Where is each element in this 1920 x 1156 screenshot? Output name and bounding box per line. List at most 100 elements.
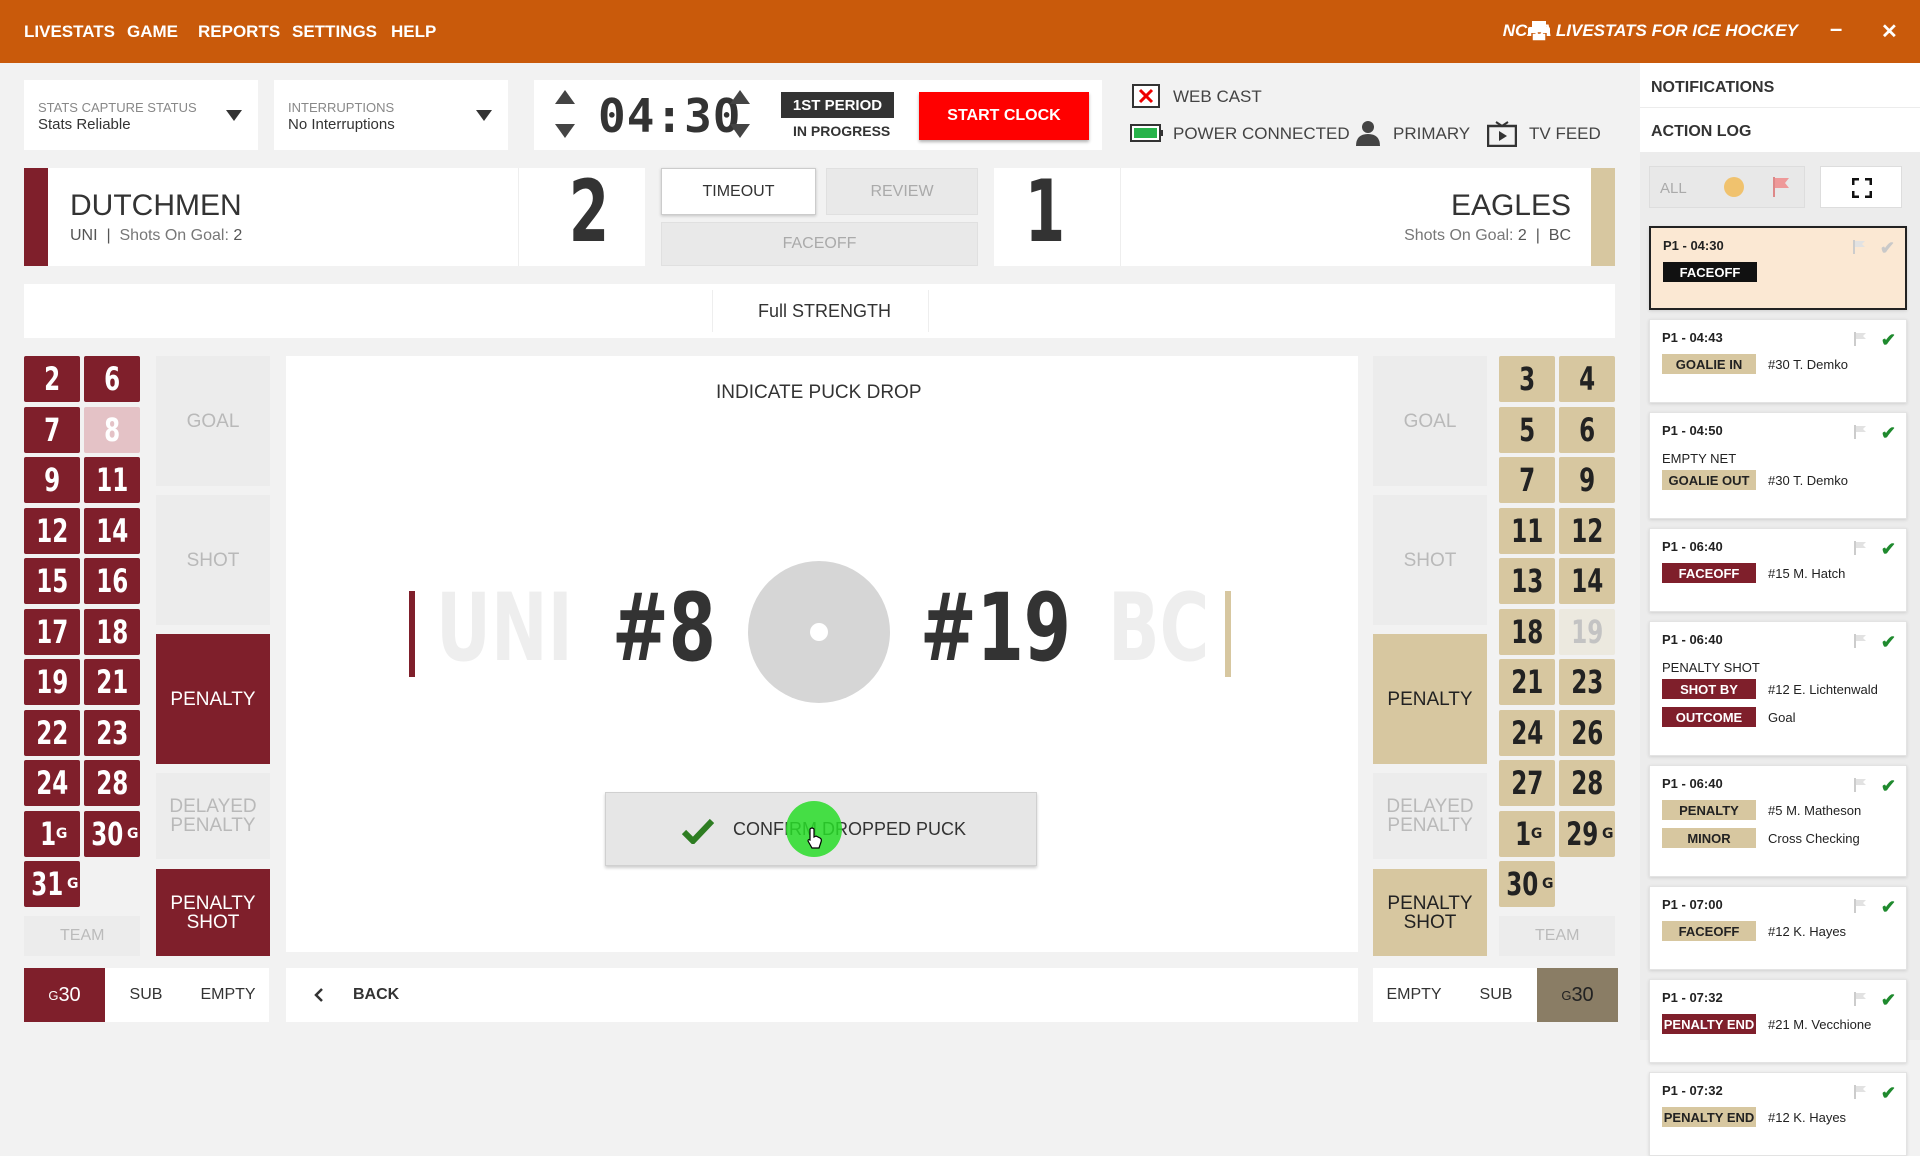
log-entry[interactable]: P1 - 07:32 ✔ PENALTY END #12 K. Hayes	[1649, 1072, 1907, 1156]
away-player-24[interactable]: 24	[1499, 709, 1555, 756]
timeout-button[interactable]: TIMEOUT	[661, 168, 816, 215]
home-empty-button[interactable]: EMPTY	[187, 968, 269, 1022]
interruptions-dropdown[interactable]: INTERRUPTIONS No Interruptions	[274, 80, 508, 150]
away-player-12[interactable]: 12	[1559, 507, 1615, 554]
away-player-4[interactable]: 4	[1559, 356, 1615, 402]
home-player-11[interactable]: 11	[84, 457, 140, 503]
away-player-7[interactable]: 7	[1499, 457, 1555, 503]
away-player-1-goalie[interactable]: 1G	[1499, 810, 1555, 857]
home-player-24[interactable]: 24	[24, 760, 80, 806]
home-faceoff-player[interactable]: #8	[612, 574, 716, 683]
away-player-19[interactable]: 19	[1559, 608, 1615, 655]
home-goalie-button[interactable]: G 30	[24, 968, 105, 1022]
flag-icon[interactable]	[1854, 425, 1866, 439]
log-entry[interactable]: P1 - 07:00 ✔ FACEOFF #12 K. Hayes	[1649, 886, 1907, 970]
close-icon[interactable]: ✕	[1881, 19, 1898, 44]
away-player-18[interactable]: 18	[1499, 608, 1555, 655]
home-player-7[interactable]: 7	[24, 406, 80, 453]
home-player-9[interactable]: 9	[24, 457, 80, 503]
log-entry[interactable]: P1 - 06:40 ✔ PENALTY SHOT SHOT BY #12 E. Lic…	[1649, 621, 1907, 756]
flag-icon[interactable]	[1853, 240, 1865, 254]
minute-up-icon[interactable]	[555, 90, 575, 104]
away-player-11[interactable]: 11	[1499, 507, 1555, 554]
away-goalie-button[interactable]: G 30	[1537, 968, 1618, 1022]
log-entry[interactable]: P1 - 06:40 ✔ FACEOFF #15 M. Hatch	[1649, 528, 1907, 612]
review-button[interactable]: REVIEW	[826, 168, 978, 215]
home-player-31-goalie[interactable]: 31 G	[24, 861, 80, 907]
away-sub-button[interactable]: SUB	[1455, 968, 1537, 1022]
away-penalty-shot-button[interactable]: PENALTY SHOT	[1373, 869, 1487, 956]
home-player-8[interactable]: 8	[84, 406, 140, 453]
home-player-2[interactable]: 2	[24, 356, 80, 402]
log-entry[interactable]: P1 - 04:50 ✔ EMPTY NET GOALIE OUT #30 T. Dem…	[1649, 412, 1907, 519]
away-goal-button[interactable]: GOAL	[1373, 356, 1487, 486]
away-player-9[interactable]: 9	[1559, 457, 1615, 503]
second-down-icon[interactable]	[730, 124, 750, 138]
home-player-22[interactable]: 22	[24, 709, 80, 756]
menu-help[interactable]: HELP	[391, 22, 436, 42]
home-penalty-shot-button[interactable]: PENALTY SHOT	[156, 869, 270, 956]
home-player-23[interactable]: 23	[84, 709, 140, 756]
home-player-19[interactable]: 19	[24, 659, 80, 705]
minute-down-icon[interactable]	[555, 124, 575, 138]
filter-all[interactable]: ALL	[1660, 180, 1687, 197]
start-clock-button[interactable]: START CLOCK	[919, 92, 1089, 140]
confirm-dropped-puck-button[interactable]: CONFIRM DROPPED PUCK	[605, 792, 1037, 866]
home-score[interactable]: 2	[569, 162, 609, 262]
chevron-left-icon[interactable]	[314, 988, 324, 1002]
log-entry[interactable]: P1 - 06:40 ✔ PENALTY #5 M. Matheson MINOR Cro…	[1649, 765, 1907, 877]
puck-drop-icon[interactable]	[748, 561, 890, 703]
flag-icon[interactable]	[1772, 177, 1790, 197]
flag-icon[interactable]	[1854, 332, 1866, 346]
away-team-button[interactable]: TEAM	[1499, 916, 1615, 956]
away-player-27[interactable]: 27	[1499, 760, 1555, 806]
log-entry[interactable]: P1 - 04:30 ✔ FACEOFF	[1649, 226, 1907, 310]
flag-icon[interactable]	[1854, 1085, 1866, 1099]
home-goal-button[interactable]: GOAL	[156, 356, 270, 486]
home-player-28[interactable]: 28	[84, 760, 140, 806]
log-entry[interactable]: P1 - 04:43 ✔ GOALIE IN #30 T. Demko	[1649, 319, 1907, 403]
home-player-15[interactable]: 15	[24, 558, 80, 604]
menu-settings[interactable]: SETTINGS	[292, 22, 377, 42]
home-delayed-penalty-button[interactable]: DELAYED PENALTY	[156, 773, 270, 859]
away-faceoff-player[interactable]: #19	[920, 574, 1071, 683]
away-player-13[interactable]: 13	[1499, 558, 1555, 604]
away-score[interactable]: 1	[1025, 162, 1065, 262]
away-player-5[interactable]: 5	[1499, 406, 1555, 453]
home-team-button[interactable]: TEAM	[24, 916, 140, 956]
away-player-23[interactable]: 23	[1559, 659, 1615, 705]
away-player-29-goalie[interactable]: 29 G	[1559, 810, 1615, 857]
home-player-18[interactable]: 18	[84, 608, 140, 655]
second-up-icon[interactable]	[730, 90, 750, 104]
away-player-30-goalie[interactable]: 30 G	[1499, 861, 1555, 907]
away-player-14[interactable]: 14	[1559, 558, 1615, 604]
home-penalty-button[interactable]: PENALTY	[156, 634, 270, 764]
menu-reports[interactable]: REPORTS	[198, 22, 280, 42]
home-player-30-goalie[interactable]: 30 G	[84, 810, 140, 857]
away-shot-button[interactable]: SHOT	[1373, 495, 1487, 625]
flag-icon[interactable]	[1854, 899, 1866, 913]
away-player-28[interactable]: 28	[1559, 760, 1615, 806]
home-player-16[interactable]: 16	[84, 558, 140, 604]
home-shot-button[interactable]: SHOT	[156, 495, 270, 625]
flag-icon[interactable]	[1854, 992, 1866, 1006]
home-player-17[interactable]: 17	[24, 608, 80, 655]
flag-icon[interactable]	[1854, 778, 1866, 792]
stats-capture-dropdown[interactable]: STATS CAPTURE STATUS Stats Reliable	[24, 80, 258, 150]
away-player-3[interactable]: 3	[1499, 356, 1555, 402]
back-button[interactable]: BACK	[353, 986, 399, 1004]
home-player-1-goalie[interactable]: 1G	[24, 810, 80, 857]
alert-icon[interactable]	[1724, 177, 1744, 197]
home-player-12[interactable]: 12	[24, 507, 80, 554]
away-penalty-button[interactable]: PENALTY	[1373, 634, 1487, 764]
expand-button[interactable]	[1820, 166, 1902, 208]
away-player-26[interactable]: 26	[1559, 709, 1615, 756]
log-entry[interactable]: P1 - 07:32 ✔ PENALTY END #21 M. Vecchione	[1649, 979, 1907, 1063]
flag-icon[interactable]	[1854, 634, 1866, 648]
away-player-6[interactable]: 6	[1559, 406, 1615, 453]
menu-game[interactable]: GAME	[127, 22, 178, 42]
faceoff-button[interactable]: FACEOFF	[661, 222, 978, 266]
minimize-icon[interactable]: –	[1830, 16, 1842, 42]
away-delayed-penalty-button[interactable]: DELAYED PENALTY	[1373, 773, 1487, 859]
home-player-14[interactable]: 14	[84, 507, 140, 554]
